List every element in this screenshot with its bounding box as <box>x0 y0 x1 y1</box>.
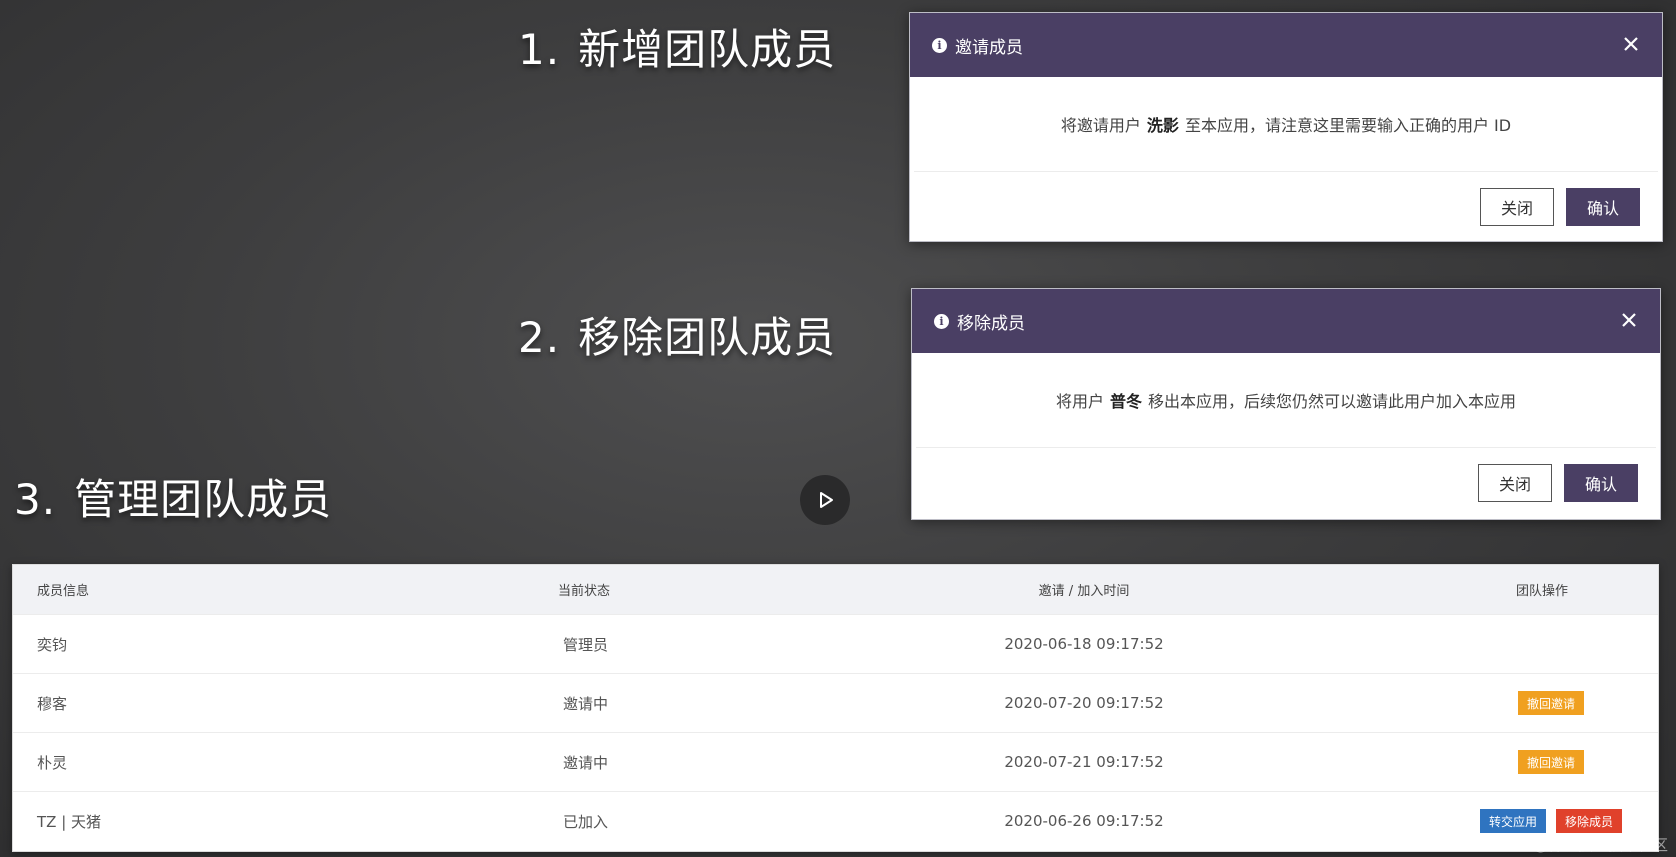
section-title-text: 管理团队成员 <box>74 475 333 524</box>
member-status: 邀请中 <box>563 753 609 772</box>
table-row: 奕钧 管理员 2020-06-18 09:17:52 <box>13 614 1658 673</box>
dialog-header: i 邀请成员 <box>910 13 1662 77</box>
close-icon[interactable] <box>1618 309 1640 331</box>
info-icon: i <box>934 313 949 329</box>
header-time: 邀请 / 加入时间 <box>1038 584 1130 599</box>
member-name: 奕钧 <box>37 635 68 654</box>
section-number: 3. <box>14 475 57 524</box>
member-time: 2020-07-20 09:17:52 <box>1004 694 1164 712</box>
confirm-button[interactable]: 确认 <box>1566 187 1640 226</box>
message-suffix: 移出本应用，后续您仍然可以邀请此用户加入本应用 <box>1148 392 1517 411</box>
dialog-footer: 关闭 确认 <box>912 448 1660 517</box>
member-actions: 转交应用 移除成员 <box>1338 809 1658 833</box>
member-status: 管理员 <box>563 635 609 654</box>
member-time: 2020-06-26 09:17:52 <box>1004 812 1164 830</box>
dialog-message: 将邀请用户 洗影 至本应用，请注意这里需要输入正确的用户 ID <box>914 77 1658 172</box>
section-title-manage-members: 3. 管理团队成员 <box>14 476 332 524</box>
header-status: 当前状态 <box>558 584 611 599</box>
member-time: 2020-06-18 09:17:52 <box>1004 635 1164 653</box>
target-user-name: 洗影 <box>1146 116 1179 135</box>
transfer-app-button[interactable]: 转交应用 <box>1479 809 1546 833</box>
section-number: 2. <box>518 313 561 362</box>
section-number: 1. <box>518 25 561 74</box>
member-actions: 撤回邀请 <box>1338 750 1658 774</box>
dialog-footer: 关闭 确认 <box>910 172 1662 241</box>
section-title-add-member: 1. 新增团队成员 <box>518 26 836 74</box>
close-icon[interactable] <box>1620 33 1642 55</box>
member-table: 成员信息 当前状态 邀请 / 加入时间 团队操作 奕钧 管理员 2020-06-… <box>12 564 1659 852</box>
message-prefix: 将用户 <box>1055 392 1104 411</box>
section-title-text: 新增团队成员 <box>578 25 837 74</box>
message-prefix: 将邀请用户 <box>1060 116 1141 135</box>
member-name: TZ | 天猪 <box>37 812 102 831</box>
table-row: 朴灵 邀请中 2020-07-21 09:17:52 撤回邀请 <box>13 732 1658 791</box>
section-title-text: 移除团队成员 <box>578 313 837 362</box>
member-name: 朴灵 <box>37 753 68 772</box>
remove-member-button[interactable]: 移除成员 <box>1555 809 1622 833</box>
confirm-button[interactable]: 确认 <box>1564 463 1638 502</box>
invite-member-dialog: i 邀请成员 将邀请用户 洗影 至本应用，请注意这里需要输入正确的用户 ID 关闭 … <box>909 12 1663 242</box>
close-button[interactable]: 关闭 <box>1478 463 1552 502</box>
member-actions: 撤回邀请 <box>1338 691 1658 715</box>
watermark: @稀土掘金技术社区 <box>1532 836 1668 854</box>
member-status: 已加入 <box>563 812 609 831</box>
dialog-header: i 移除成员 <box>912 289 1660 353</box>
target-user-name: 普冬 <box>1109 392 1142 411</box>
dialog-message: 将用户 普冬 移出本应用，后续您仍然可以邀请此用户加入本应用 <box>916 353 1656 448</box>
member-name: 穆客 <box>37 694 68 713</box>
member-time: 2020-07-21 09:17:52 <box>1004 753 1164 771</box>
info-icon: i <box>932 37 947 53</box>
dialog-title: 移除成员 <box>957 313 1025 334</box>
withdraw-invite-button[interactable]: 撤回邀请 <box>1517 750 1584 774</box>
section-title-remove-member: 2. 移除团队成员 <box>518 314 836 362</box>
play-icon <box>820 492 833 508</box>
remove-member-dialog: i 移除成员 将用户 普冬 移出本应用，后续您仍然可以邀请此用户加入本应用 关闭 确… <box>911 288 1661 520</box>
header-actions: 团队操作 <box>1515 584 1568 599</box>
close-button[interactable]: 关闭 <box>1480 187 1554 226</box>
member-status: 邀请中 <box>563 694 609 713</box>
header-member-info: 成员信息 <box>37 584 90 599</box>
withdraw-invite-button[interactable]: 撤回邀请 <box>1517 691 1584 715</box>
table-row: TZ | 天猪 已加入 2020-06-26 09:17:52 转交应用 移除成… <box>13 791 1658 850</box>
message-suffix: 至本应用，请注意这里需要输入正确的用户 ID <box>1184 116 1512 135</box>
table-row: 穆客 邀请中 2020-07-20 09:17:52 撤回邀请 <box>13 673 1658 732</box>
play-button[interactable] <box>800 475 850 525</box>
dialog-title: 邀请成员 <box>955 37 1023 58</box>
table-header: 成员信息 当前状态 邀请 / 加入时间 团队操作 <box>13 565 1658 614</box>
